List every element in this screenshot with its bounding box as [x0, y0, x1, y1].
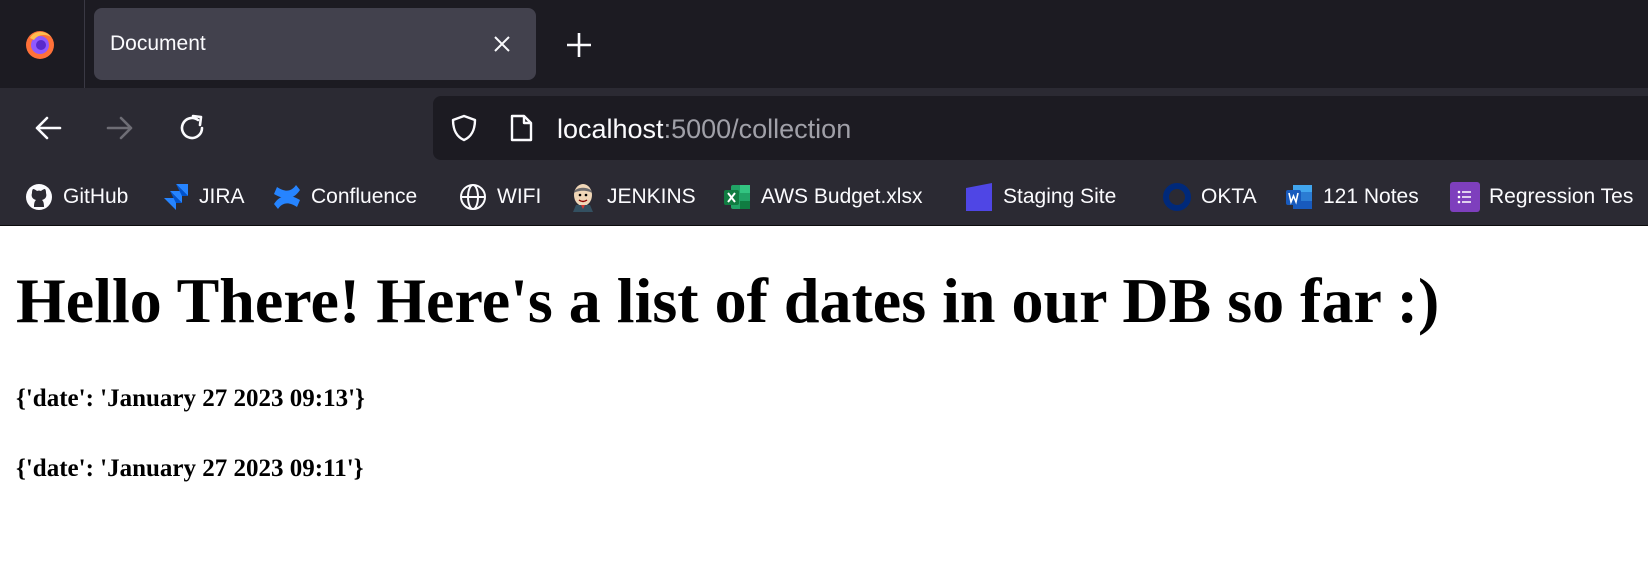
- bookmarks-toolbar: GitHub JIRA Confluence WIFI JENKINS AWS …: [0, 167, 1648, 226]
- page-content: Hello There! Here's a list of dates in o…: [0, 226, 1648, 582]
- shield-icon[interactable]: [449, 113, 479, 143]
- arrow-left-icon[interactable]: [32, 112, 64, 144]
- bookmark-label: AWS Budget.xlsx: [761, 185, 923, 208]
- bookmark-okta[interactable]: OKTA: [1162, 181, 1257, 213]
- bookmark-label: GitHub: [63, 185, 129, 208]
- bookmark-regression-tes[interactable]: Regression Tes: [1450, 181, 1633, 213]
- bookmark-label: WIFI: [497, 185, 542, 208]
- github-icon: [26, 184, 52, 210]
- list-icon: [1450, 182, 1480, 212]
- excel-icon: [724, 185, 750, 209]
- bookmark-label: OKTA: [1201, 185, 1257, 208]
- bookmark-confluence[interactable]: Confluence: [272, 181, 417, 213]
- firefox-logo-icon[interactable]: [24, 28, 56, 60]
- plus-icon[interactable]: [564, 30, 594, 60]
- bookmark-staging-site[interactable]: Staging Site: [964, 181, 1116, 213]
- tab-separator: [84, 0, 85, 88]
- tab-document[interactable]: Document: [94, 8, 536, 80]
- staging-icon: [966, 183, 992, 211]
- tab-title: Document: [110, 32, 206, 55]
- bookmark-jira[interactable]: JIRA: [160, 181, 245, 213]
- tab-bar: Document: [0, 0, 1648, 88]
- bookmark-aws-budget[interactable]: AWS Budget.xlsx: [722, 181, 922, 213]
- word-icon: [1286, 185, 1312, 209]
- bookmark-github[interactable]: GitHub: [24, 181, 128, 213]
- nav-bar: localhost:5000/collection: [0, 88, 1648, 167]
- bookmark-label: 121 Notes: [1323, 185, 1419, 208]
- reload-icon[interactable]: [176, 112, 208, 144]
- confluence-icon: [274, 185, 300, 209]
- date-entry: {'date': 'January 27 2023 09:13'}: [16, 385, 365, 412]
- url-bar[interactable]: localhost:5000/collection: [433, 96, 1648, 160]
- globe-icon: [460, 184, 486, 210]
- arrow-right-icon[interactable]: [104, 112, 136, 144]
- url-text[interactable]: localhost:5000/collection: [557, 114, 851, 145]
- bookmark-121-notes[interactable]: 121 Notes: [1284, 181, 1419, 213]
- url-path: :5000/collection: [663, 114, 852, 144]
- bookmark-label: Staging Site: [1003, 185, 1117, 208]
- close-icon[interactable]: [490, 32, 514, 56]
- url-host: localhost: [557, 114, 664, 144]
- bookmark-label: JIRA: [199, 185, 245, 208]
- okta-icon: [1163, 183, 1191, 211]
- jira-icon: [164, 184, 188, 210]
- bookmark-label: JENKINS: [607, 185, 696, 208]
- date-entry: {'date': 'January 27 2023 09:11'}: [16, 455, 364, 482]
- bookmark-wifi[interactable]: WIFI: [458, 181, 541, 213]
- bookmark-jenkins[interactable]: JENKINS: [568, 181, 696, 213]
- bookmark-label: Confluence: [311, 185, 418, 208]
- bookmark-label: Regression Tes: [1489, 185, 1634, 208]
- page-heading: Hello There! Here's a list of dates in o…: [16, 265, 1440, 336]
- jenkins-icon: [573, 184, 593, 212]
- page-icon[interactable]: [507, 113, 535, 143]
